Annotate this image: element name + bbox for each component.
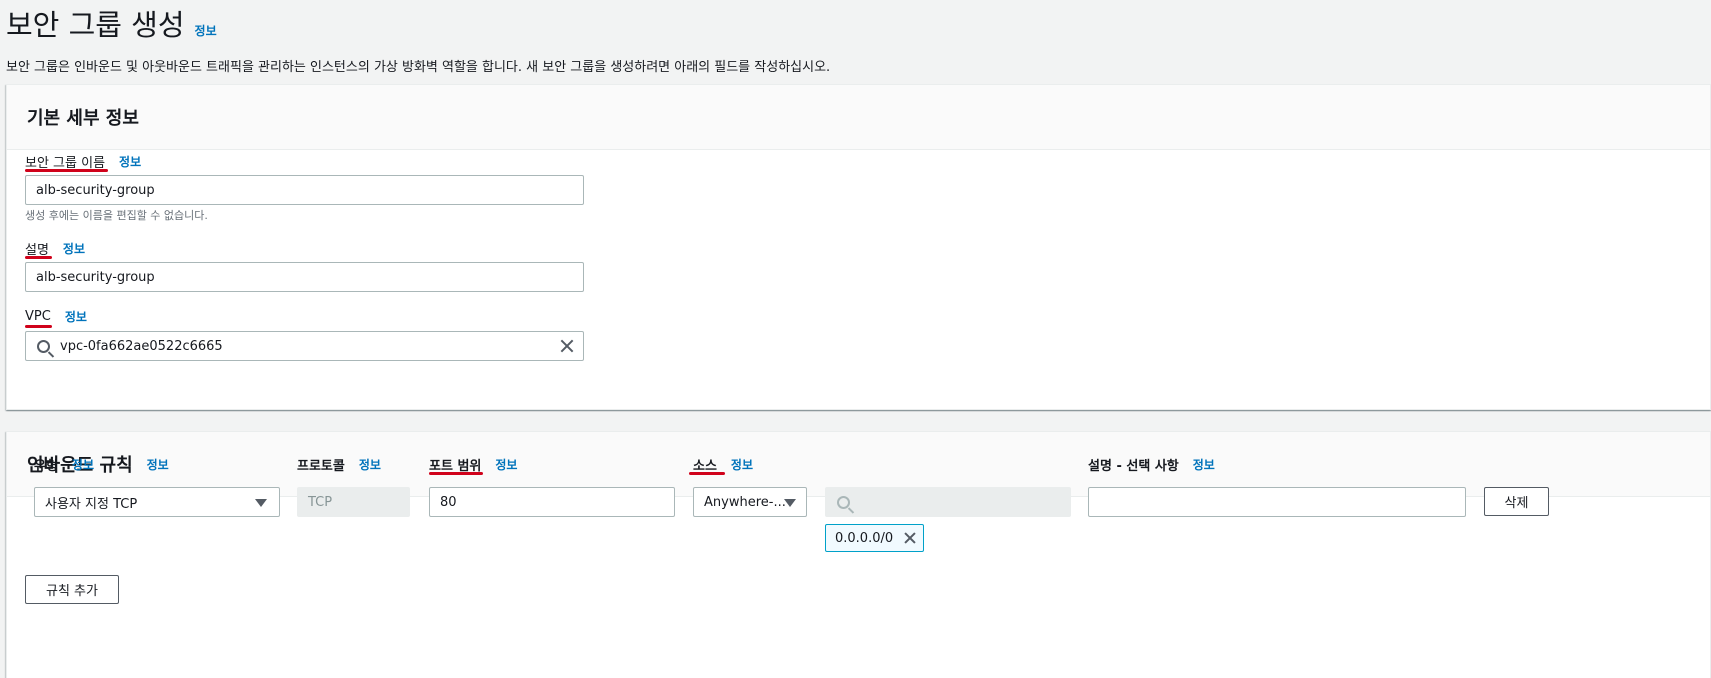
vpc-label: VPC xyxy=(25,309,51,324)
col-description-label: 설명 - 선택 사항 xyxy=(1088,459,1179,474)
basic-details-title: 기본 세부 정보 xyxy=(27,108,139,129)
vpc-search-input[interactable]: vpc-0fa662ae0522c6665 xyxy=(25,331,584,361)
description-input[interactable]: alb-security-group xyxy=(25,262,584,292)
security-group-name-info-link[interactable]: 정보 xyxy=(119,153,141,170)
remove-token-icon[interactable] xyxy=(903,531,917,545)
rule-protocol-field: TCP xyxy=(297,487,410,517)
rule-source-search-input[interactable] xyxy=(825,487,1071,517)
rule-type-value: 사용자 지정 TCP xyxy=(45,496,138,512)
description-label-underline xyxy=(25,256,52,259)
col-protocol-info-link[interactable]: 정보 xyxy=(359,456,381,473)
add-rule-button[interactable]: 규칙 추가 xyxy=(25,575,119,604)
col-protocol-header: 프로토콜 정보 xyxy=(297,455,381,474)
rule-source-type-value: Anywhere-... xyxy=(704,494,786,510)
inbound-rules-panel: 인바운드 규칙 정보 유형 정보 프로토콜 정보 포트 범위 정보 소스 정보 … xyxy=(6,431,1711,678)
page-title: 보안 그룹 생성 xyxy=(6,8,185,42)
delete-rule-button[interactable]: 삭제 xyxy=(1484,487,1549,516)
basic-details-header: 기본 세부 정보 xyxy=(7,85,1710,150)
page-description: 보안 그룹은 인바운드 및 아웃바운드 트래픽을 관리하는 인스턴스의 가상 방… xyxy=(6,60,831,75)
page-info-link[interactable]: 정보 xyxy=(195,22,217,39)
source-label-underline xyxy=(689,472,725,475)
name-label-underline xyxy=(25,169,108,172)
source-cidr-token-label: 0.0.0.0/0 xyxy=(835,530,894,546)
rule-description-input[interactable] xyxy=(1088,487,1466,517)
create-security-group-page: 보안 그룹 생성 정보 보안 그룹은 인바운드 및 아웃바운드 트래픽을 관리하… xyxy=(0,0,1711,678)
security-group-name-input[interactable]: alb-security-group xyxy=(25,175,584,205)
clear-icon[interactable] xyxy=(559,338,575,354)
col-type-header: 유형 정보 xyxy=(34,455,94,474)
basic-details-panel: 기본 세부 정보 보안 그룹 이름 정보 alb-security-group … xyxy=(6,84,1711,410)
col-source-info-link[interactable]: 정보 xyxy=(731,456,753,473)
col-type-info-link[interactable]: 정보 xyxy=(72,456,94,473)
col-description-header: 설명 - 선택 사항 정보 xyxy=(1088,455,1215,474)
caret-down-icon xyxy=(255,499,267,507)
col-description-info-link[interactable]: 정보 xyxy=(1193,456,1215,473)
search-icon xyxy=(837,496,850,509)
rule-type-select[interactable]: 사용자 지정 TCP xyxy=(34,487,280,517)
title-row: 보안 그룹 생성 정보 xyxy=(6,2,217,44)
vpc-label-underline xyxy=(25,325,52,328)
col-type-label: 유형 xyxy=(34,459,58,474)
security-group-name-hint: 생성 후에는 이름을 편집할 수 없습니다. xyxy=(25,209,208,222)
vpc-info-link[interactable]: 정보 xyxy=(65,308,87,325)
col-protocol-label: 프로토콜 xyxy=(297,459,345,474)
vpc-value: vpc-0fa662ae0522c6665 xyxy=(60,338,223,354)
source-cidr-token: 0.0.0.0/0 xyxy=(825,524,925,552)
port-range-label-underline xyxy=(429,472,483,475)
inbound-rules-info-link[interactable]: 정보 xyxy=(147,456,169,473)
rule-source-type-select[interactable]: Anywhere-... xyxy=(693,487,807,517)
description-info-link[interactable]: 정보 xyxy=(63,240,85,257)
rule-port-range-input[interactable]: 80 xyxy=(429,487,675,517)
search-icon xyxy=(37,340,50,353)
caret-down-icon xyxy=(784,499,796,507)
vpc-label-row: VPC 정보 xyxy=(25,308,87,325)
col-port-range-info-link[interactable]: 정보 xyxy=(495,456,517,473)
